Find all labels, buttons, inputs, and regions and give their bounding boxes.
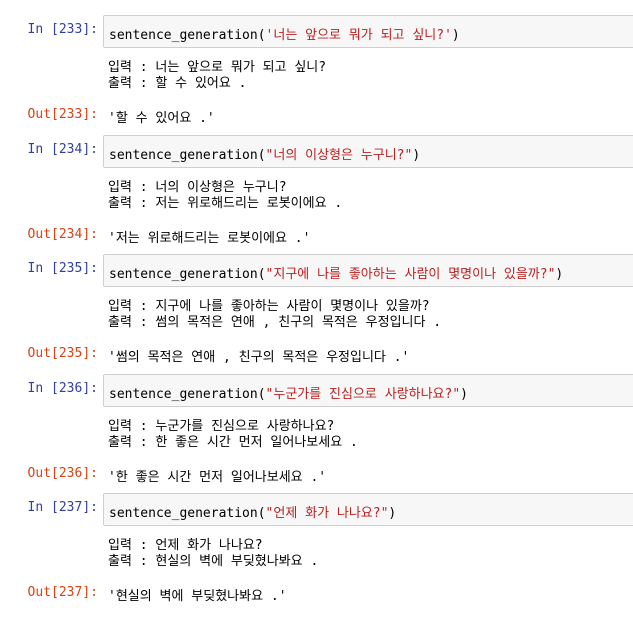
input-prompt: In [237]: [27, 500, 98, 515]
closing-paren: ) [451, 28, 460, 43]
input-prompt: In [234]: [27, 141, 98, 157]
code-input-area[interactable]: sentence_generation('너는 앞으로 뭐가 되고 싶니?') [103, 15, 633, 48]
code-input-area[interactable]: sentence_generation("누군가를 진심으로 사랑하나요?") [103, 373, 633, 407]
string-argument: "너의 이상형은 누구니?" [265, 147, 413, 163]
stdout-input-line: 입력 : 지구에 나를 좋아하는 사람이 몇명이나 있을까? [108, 299, 430, 314]
stdout-input-line: 입력 : 언제 화가 나나요? [108, 538, 263, 553]
function-call: sentence_generation( [109, 147, 266, 163]
code-input-area[interactable]: sentence_generation("너의 이상형은 누구니?") [103, 134, 633, 168]
closing-paren: ) [388, 506, 397, 521]
stdout-output: 입력 : 너의 이상형은 누구니? 출력 : 저는 위로해드리는 로봇이에요 . [108, 180, 342, 212]
stdout-output: 입력 : 너는 앞으로 뭐가 되고 싶니? 출력 : 할 수 있어요 . [108, 60, 326, 92]
stdout-output-line: 출력 : 저는 위로해드리는 로봇이에요 . [108, 195, 343, 211]
execute-result: '현실의 벽에 부딪혔나봐요 .' [108, 589, 287, 604]
stdout-output: 입력 : 누군가를 진심으로 사랑하나요? 출력 : 한 좋은 시간 먼저 일어나… [108, 419, 358, 451]
stdout-output: 입력 : 언제 화가 나나요? 출력 : 현실의 벽에 부딪혔나봐요 . [108, 538, 318, 570]
output-prompt: Out[236]: [27, 465, 98, 481]
stdout-output-line: 출력 : 썸의 목적은 연애 , 친구의 목적은 우정입니다 . [108, 315, 442, 330]
function-call: sentence_generation( [109, 28, 266, 43]
notebook-cell-236[interactable]: In [236]: sentence_generation("누군가를 진심으로… [0, 371, 633, 491]
code-line[interactable]: sentence_generation("너의 이상형은 누구니?") [109, 144, 420, 163]
code-line[interactable]: sentence_generation('너는 앞으로 뭐가 되고 싶니?') [109, 24, 460, 43]
notebook-cell-235[interactable]: In [235]: sentence_generation("지구에 나를 좋아… [0, 251, 633, 371]
stdout-output: 입력 : 지구에 나를 좋아하는 사람이 몇명이나 있을까? 출력 : 썸의 목적… [108, 299, 441, 331]
code-input-area[interactable]: sentence_generation("언제 화가 나나요?") [103, 493, 633, 526]
execute-result: '한 좋은 시간 먼저 일어나보세요 .' [108, 469, 327, 485]
string-argument: "지구에 나를 좋아하는 사람이 몇명이나 있을까?" [265, 267, 556, 282]
input-prompt: In [235]: [27, 261, 98, 276]
notebook-cell-237[interactable]: In [237]: sentence_generation("언제 화가 나나요… [0, 490, 633, 610]
execute-result: '할 수 있어요 .' [108, 111, 215, 126]
code-line[interactable]: sentence_generation("언제 화가 나나요?") [109, 502, 396, 521]
stdout-output-line: 출력 : 현실의 벽에 부딪혔나봐요 . [108, 554, 319, 569]
closing-paren: ) [555, 267, 564, 282]
stdout-output-line: 출력 : 할 수 있어요 . [108, 76, 247, 91]
string-argument: "누군가를 진심으로 사랑하나요?" [265, 386, 461, 402]
notebook-cell-233[interactable]: In [233]: sentence_generation('너는 앞으로 뭐가… [0, 12, 633, 132]
stdout-input-line: 입력 : 너의 이상형은 누구니? [108, 179, 287, 195]
execute-result: '저는 위로해드리는 로봇이에요 .' [108, 230, 311, 246]
closing-paren: ) [412, 147, 421, 163]
code-line[interactable]: sentence_generation("지구에 나를 좋아하는 사람이 몇명이… [109, 263, 563, 282]
input-prompt: In [236]: [27, 380, 98, 396]
stdout-input-line: 입력 : 너는 앞으로 뭐가 되고 싶니? [108, 60, 327, 75]
closing-paren: ) [460, 386, 468, 402]
function-call: sentence_generation( [109, 267, 266, 282]
output-prompt: Out[233]: [27, 107, 98, 122]
code-input-area[interactable]: sentence_generation("지구에 나를 좋아하는 사람이 몇명이… [103, 254, 633, 287]
input-prompt: In [233]: [27, 22, 98, 37]
function-call: sentence_generation( [109, 506, 266, 521]
stdout-output-line: 출력 : 한 좋은 시간 먼저 일어나보세요 . [108, 434, 358, 450]
stdout-input-line: 입력 : 누군가를 진심으로 사랑하나요? [108, 418, 335, 434]
output-prompt: Out[234]: [27, 226, 98, 242]
string-argument: "언제 화가 나나요?" [265, 506, 389, 521]
function-call: sentence_generation( [109, 386, 266, 402]
code-line[interactable]: sentence_generation("누군가를 진심으로 사랑하나요?") [109, 383, 468, 402]
notebook: In [233]: sentence_generation('너는 앞으로 뭐가… [0, 12, 633, 610]
notebook-cell-234[interactable]: In [234]: sentence_generation("너의 이상형은 누… [0, 132, 633, 252]
execute-result: '썸의 목적은 연애 , 친구의 목적은 우정입니다 .' [108, 350, 410, 365]
string-argument: '너는 앞으로 뭐가 되고 싶니?' [265, 28, 452, 43]
output-prompt: Out[235]: [27, 346, 98, 361]
output-prompt: Out[237]: [27, 585, 98, 600]
